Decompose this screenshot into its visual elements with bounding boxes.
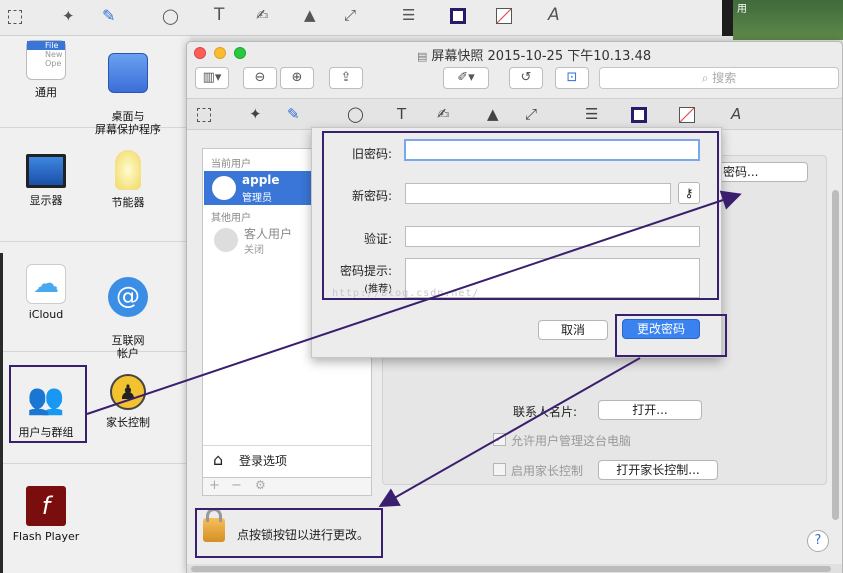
annotation-arrows (86, 190, 742, 507)
arrow-change-to-lock (378, 357, 641, 507)
arrow-users-to-password (86, 190, 742, 415)
